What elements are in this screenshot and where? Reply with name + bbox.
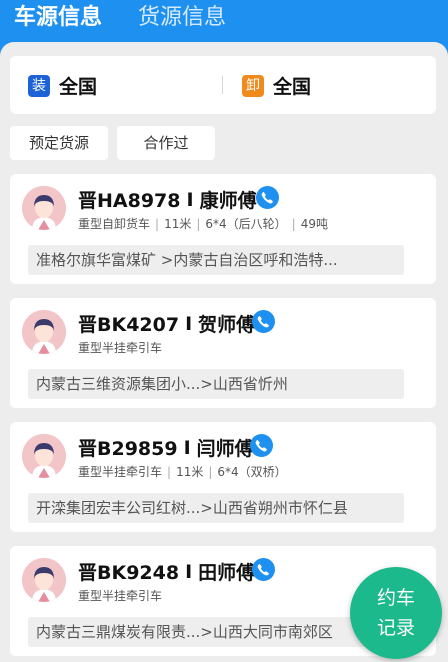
vehicle-type: 重型半挂牵引车 bbox=[78, 341, 163, 355]
driver-name-text: 田师傅 bbox=[198, 562, 256, 584]
vehicle-tonnage: 49吨 bbox=[300, 217, 328, 231]
driver-avatar bbox=[22, 186, 66, 230]
phone-icon[interactable] bbox=[252, 310, 275, 333]
location-filter-card: 装 全国 卸 全国 bbox=[10, 56, 436, 114]
fab-label-line1: 约车 bbox=[376, 587, 415, 609]
tab-vehicle-info[interactable]: 车源信息 bbox=[14, 2, 102, 34]
filter-cooperated-button[interactable]: 合作过 bbox=[117, 126, 215, 160]
driver-name: 晋BK4207 I 贺师傅 bbox=[78, 310, 255, 337]
driver-avatar bbox=[22, 558, 66, 602]
vehicle-length: 11米 bbox=[164, 217, 192, 231]
load-badge: 装 bbox=[28, 74, 50, 97]
unload-badge: 卸 bbox=[242, 74, 264, 97]
filter-reserved-cargo-button[interactable]: 预定货源 bbox=[10, 126, 108, 160]
driver-name: 晋BK9248 I 田师傅 bbox=[78, 558, 255, 585]
vehicle-card[interactable]: 晋B29859 I 闫师傅 重型半挂牵引车 | 11米 | 6*4（双桥） 开滦集团宏丰… bbox=[10, 422, 436, 532]
vehicle-axle: 6*4（双桥） bbox=[217, 465, 287, 479]
phone-icon[interactable] bbox=[252, 558, 275, 581]
vehicle-details: 重型自卸货车 | 11米 | 6*4（后八轮） | 49吨 bbox=[78, 217, 328, 231]
phone-icon[interactable] bbox=[256, 186, 279, 209]
plate-number: 晋BK4207 bbox=[78, 314, 180, 336]
vehicle-type: 重型自卸货车 bbox=[78, 217, 151, 231]
driver-name-text: 康师傅 bbox=[199, 190, 257, 212]
route-info: 开滦集团宏丰公司红树...>山西省朔州市怀仁县 bbox=[28, 493, 404, 523]
fab-label-line2: 记录 bbox=[376, 617, 415, 639]
name-separator: I bbox=[186, 188, 194, 211]
driver-name-text: 贺师傅 bbox=[198, 314, 256, 336]
vehicle-details: 重型半挂牵引车 | 11米 | 6*4（双桥） bbox=[78, 465, 287, 479]
plate-number: 晋HA8978 bbox=[78, 190, 181, 212]
route-info: 内蒙古三鼎煤炭有限责...>山西大同市南郊区 bbox=[28, 617, 404, 647]
route-info: 内蒙古三维资源集团小...>山西省忻州 bbox=[28, 369, 404, 399]
plate-number: 晋B29859 bbox=[78, 438, 178, 460]
tab-cargo-info[interactable]: 货源信息 bbox=[138, 2, 226, 34]
name-separator: I bbox=[185, 312, 193, 335]
name-separator: I bbox=[185, 560, 193, 583]
load-location-value: 全国 bbox=[59, 76, 98, 98]
load-location[interactable]: 装 全国 bbox=[28, 72, 97, 99]
location-divider bbox=[222, 76, 223, 94]
unload-location[interactable]: 卸 全国 bbox=[242, 72, 311, 99]
vehicle-axle: 6*4（后八轮） bbox=[205, 217, 287, 231]
plate-number: 晋BK9248 bbox=[78, 562, 180, 584]
top-tabs: 车源信息 货源信息 bbox=[14, 2, 262, 34]
vehicle-length: 11米 bbox=[176, 465, 204, 479]
vehicle-details: 重型半挂牵引车 bbox=[78, 587, 162, 604]
vehicle-card[interactable]: 晋HA8978 I 康师傅 重型自卸货车 | 11米 | 6*4（后八轮） | 49吨 准格… bbox=[10, 174, 436, 284]
driver-avatar bbox=[22, 310, 66, 354]
vehicle-type: 重型半挂牵引车 bbox=[78, 465, 163, 479]
driver-name-text: 闫师傅 bbox=[196, 438, 254, 460]
route-info: 准格尔旗华富煤矿 >内蒙古自治区呼和浩特... bbox=[28, 245, 404, 275]
unload-location-value: 全国 bbox=[273, 76, 312, 98]
driver-avatar bbox=[22, 434, 66, 478]
driver-name: 晋HA8978 I 康师傅 bbox=[78, 186, 257, 213]
vehicle-type: 重型半挂牵引车 bbox=[78, 589, 163, 603]
name-separator: I bbox=[183, 436, 191, 459]
driver-name: 晋B29859 I 闫师傅 bbox=[78, 434, 254, 461]
phone-icon[interactable] bbox=[250, 434, 273, 457]
booking-records-button[interactable]: 约车 记录 bbox=[350, 567, 442, 659]
vehicle-card[interactable]: 晋BK4207 I 贺师傅 重型半挂牵引车 内蒙古三维资源集团小...>山西省忻… bbox=[10, 298, 436, 408]
vehicle-details: 重型半挂牵引车 bbox=[78, 339, 162, 356]
